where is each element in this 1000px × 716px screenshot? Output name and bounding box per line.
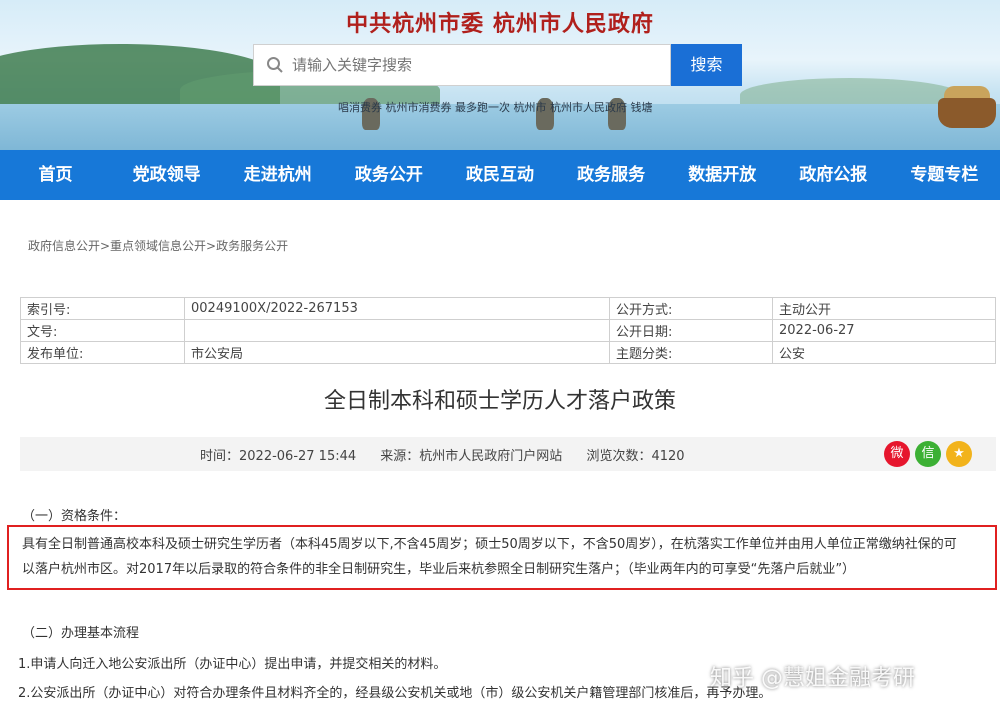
nav-item-services[interactable]: 政务服务 xyxy=(556,150,667,200)
weibo-share-icon[interactable]: 微 xyxy=(884,441,910,467)
nav-item-gazette[interactable]: 政府公报 xyxy=(778,150,889,200)
process-step-2: 2.公安派出所（办证中心）对符合办理条件且材料齐全的，经县级公安机关或地（市）级… xyxy=(18,686,772,701)
table-row: 索引号: 00249100X/2022-267153 公开方式: 主动公开 xyxy=(20,297,996,320)
open-date-value: 2022-06-27 xyxy=(772,319,996,342)
nav-item-open-data[interactable]: 数据开放 xyxy=(667,150,778,200)
wechat-share-icon[interactable]: 信 xyxy=(915,441,941,467)
article-info: 时间：2022-06-27 15:44 来源：杭州市人民政府门户网站 浏览次数：… xyxy=(200,445,705,464)
index-label: 索引号: xyxy=(20,297,185,320)
watermark: 知乎 @慧姐金融考研 xyxy=(710,666,915,691)
search-input[interactable] xyxy=(292,45,662,85)
search-button[interactable]: 搜索 xyxy=(671,44,742,86)
open-date-label: 公开日期: xyxy=(609,319,773,342)
nav-item-home[interactable]: 首页 xyxy=(0,150,111,200)
site-title: 中共杭州市委 杭州市人民政府 xyxy=(346,11,654,37)
nav-item-interaction[interactable]: 政民互动 xyxy=(444,150,555,200)
breadcrumb[interactable]: 政府信息公开>重点领域信息公开>政务服务公开 xyxy=(28,237,288,254)
view-count: 浏览次数：4120 xyxy=(586,449,685,464)
nav-item-leadership[interactable]: 党政领导 xyxy=(111,150,222,200)
publisher-label: 发布单位: xyxy=(20,341,185,364)
table-row: 文号: 公开日期: 2022-06-27 xyxy=(20,319,996,342)
highlight-line: 以落户杭州市区。对2017年以后录取的符合条件的非全日制研究生，毕业后来杭参照全… xyxy=(22,562,856,577)
hot-search-links[interactable]: 唱消费券 杭州市消费券 最多跑一次 杭州市 杭州市人民政府 钱塘 xyxy=(338,99,652,115)
highlighted-eligibility-text: 具有全日制普通高校本科及硕士研究生学历者（本科45周岁以下,不含45周岁；硕士5… xyxy=(7,525,997,590)
doc-no-value xyxy=(184,319,610,342)
index-value: 00249100X/2022-267153 xyxy=(184,297,610,320)
banner-boat xyxy=(938,86,996,128)
search-icon xyxy=(267,57,283,73)
article-info-bar: 时间：2022-06-27 15:44 来源：杭州市人民政府门户网站 浏览次数：… xyxy=(20,437,996,471)
search-box[interactable] xyxy=(253,44,671,86)
table-row: 发布单位: 市公安局 主题分类: 公安 xyxy=(20,341,996,364)
publish-time: 时间：2022-06-27 15:44 xyxy=(200,449,357,464)
main-nav: 首页 党政领导 走进杭州 政务公开 政民互动 政务服务 数据开放 政府公报 专题… xyxy=(0,150,1000,200)
doc-no-label: 文号: xyxy=(20,319,185,342)
publisher-value: 市公安局 xyxy=(184,341,610,364)
section-heading-eligibility: （一）资格条件： xyxy=(22,509,127,524)
topic-value: 公安 xyxy=(772,341,996,364)
document-meta-table: 索引号: 00249100X/2022-267153 公开方式: 主动公开 文号… xyxy=(20,297,996,364)
favorite-star-icon[interactable]: ★ xyxy=(946,441,972,467)
nav-item-about-hangzhou[interactable]: 走进杭州 xyxy=(222,150,333,200)
page-title: 全日制本科和硕士学历人才落户政策 xyxy=(323,389,676,414)
nav-item-topics[interactable]: 专题专栏 xyxy=(889,150,1000,200)
open-method-value: 主动公开 xyxy=(772,297,996,320)
article-source: 来源：杭州市人民政府门户网站 xyxy=(380,449,563,464)
process-step-1: 1.申请人向迁入地公安派出所（办证中心）提出申请，并提交相关的材料。 xyxy=(18,657,447,672)
highlight-line: 具有全日制普通高校本科及硕士研究生学历者（本科45周岁以下,不含45周岁；硕士5… xyxy=(22,537,957,552)
header-banner: 中共杭州市委 杭州市人民政府 搜索 唱消费券 杭州市消费券 最多跑一次 杭州市 … xyxy=(0,0,1000,150)
section-heading-process: （二）办理基本流程 xyxy=(22,626,140,641)
topic-label: 主题分类: xyxy=(609,341,773,364)
nav-item-gov-affairs[interactable]: 政务公开 xyxy=(333,150,444,200)
open-method-label: 公开方式: xyxy=(609,297,773,320)
